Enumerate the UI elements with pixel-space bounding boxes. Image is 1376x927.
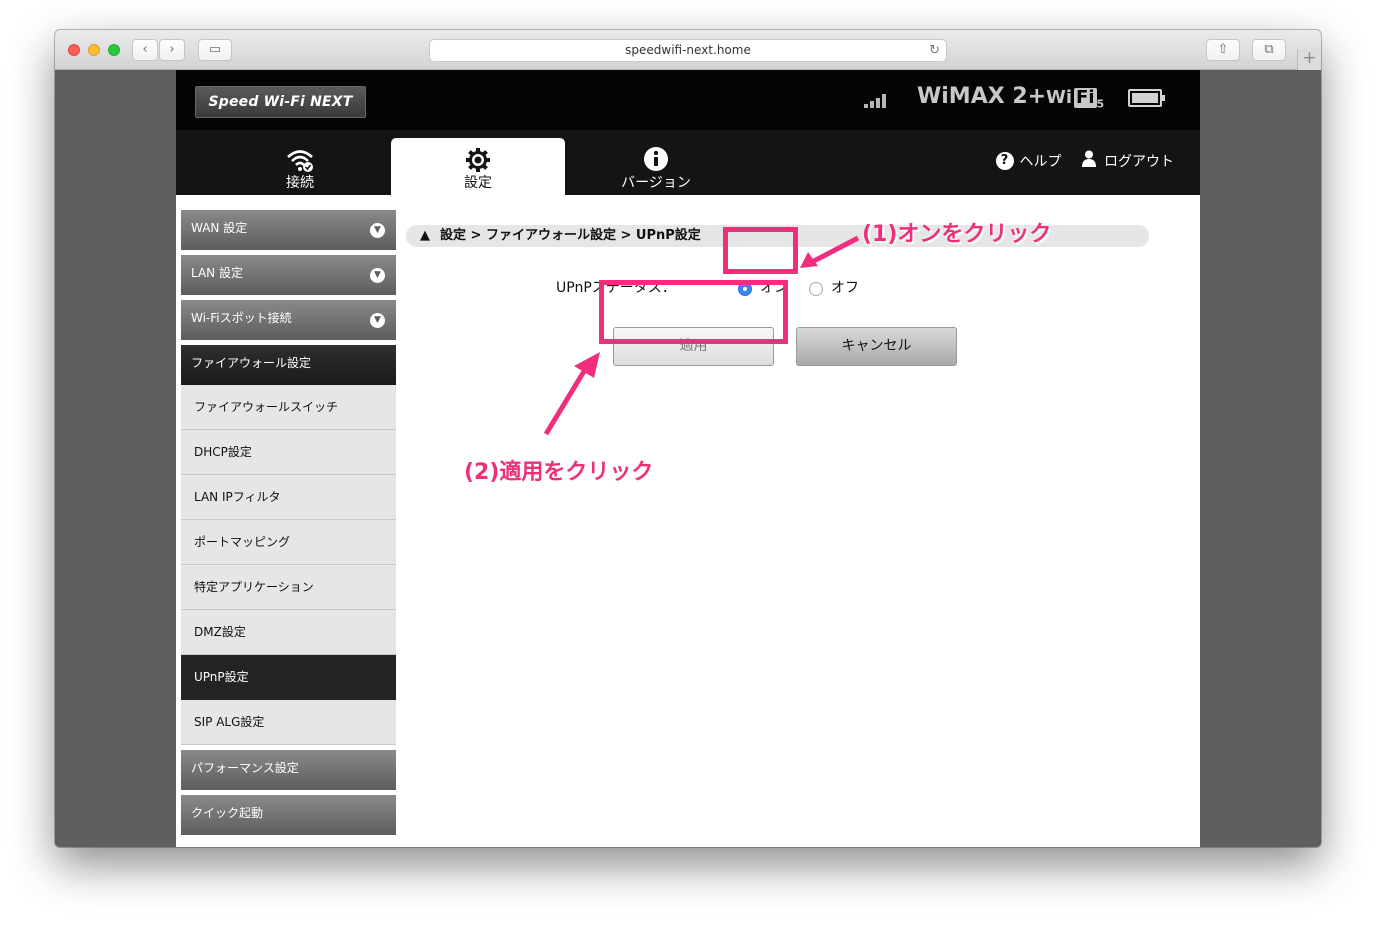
wifi-generation: 5 [1096, 97, 1105, 111]
chevron-down-icon: ▼ [370, 223, 385, 238]
header-links: ? ヘルプ ログアウト [995, 150, 1174, 172]
close-window-button[interactable] [68, 44, 80, 56]
tab-version[interactable]: バージョン [569, 138, 743, 195]
sidebar-item-label: ファイアウォール設定 [191, 356, 312, 370]
sidebar-item-label: WAN 設定 [191, 221, 248, 235]
sidebar-subitem-lan-ip-filter[interactable]: LAN IPフィルタ [181, 475, 396, 520]
tab-connection-label: 接続 [286, 175, 314, 191]
sidebar-item-wan[interactable]: WAN 設定 ▼ [181, 210, 396, 250]
new-tab-icon[interactable]: + [1297, 49, 1321, 70]
web-viewport: Speed Wi-Fi NEXT WiMAX 2+ Wi Fi 5 接続 設定 … [55, 70, 1321, 847]
sidebar-subitem-special-app[interactable]: 特定アプリケーション [181, 565, 396, 610]
zoom-window-button[interactable] [108, 44, 120, 56]
settings-sidebar: WAN 設定 ▼ LAN 設定 ▼ Wi-Fiスポット接続 ▼ ファイアウォール設定 … [181, 210, 396, 840]
upnp-off-radio[interactable] [809, 282, 823, 296]
user-icon[interactable] [1082, 150, 1096, 172]
cancel-button[interactable]: キャンセル [796, 327, 957, 366]
forward-icon[interactable]: › [159, 39, 185, 61]
sidebar-subitem-dhcp[interactable]: DHCP設定 [181, 430, 396, 475]
sidebar-item-lan[interactable]: LAN 設定 ▼ [181, 255, 396, 295]
tab-settings-label: 設定 [464, 175, 492, 191]
sidebar-subitem-sip-alg[interactable]: SIP ALG設定 [181, 700, 396, 745]
tab-connection[interactable]: 接続 [213, 138, 387, 195]
wifi-brand-text: Wi [1046, 87, 1073, 108]
highlight-apply-button [599, 280, 788, 344]
url-text: speedwifi-next.home [625, 43, 751, 57]
sidebar-item-firewall[interactable]: ファイアウォール設定 [181, 345, 396, 385]
info-icon [569, 146, 743, 174]
router-admin-page: Speed Wi-Fi NEXT WiMAX 2+ Wi Fi 5 接続 設定 … [176, 70, 1200, 847]
signal-bars-icon [864, 94, 890, 108]
sidebar-subitem-firewall-switch[interactable]: ファイアウォールスイッチ [181, 385, 396, 430]
share-icon[interactable]: ⇧ [1206, 39, 1240, 61]
wifi-logo: Wi Fi 5 [1046, 87, 1105, 111]
warning-triangle-icon: ▲ [420, 228, 430, 243]
sidebar-item-performance[interactable]: パフォーマンス設定 [181, 750, 396, 790]
sidebar-subitem-dmz[interactable]: DMZ設定 [181, 610, 396, 655]
reload-icon[interactable]: ↻ [929, 40, 940, 61]
wifi-fi-text: Fi [1074, 87, 1097, 108]
help-icon[interactable]: ? [995, 152, 1014, 170]
sidebar-item-label: パフォーマンス設定 [191, 761, 299, 775]
help-link[interactable]: ヘルプ [1020, 151, 1062, 171]
gear-icon [391, 146, 565, 174]
chevron-down-icon: ▼ [370, 313, 385, 328]
site-header: Speed Wi-Fi NEXT WiMAX 2+ Wi Fi 5 [176, 70, 1200, 130]
tab-version-label: バージョン [621, 175, 691, 191]
highlight-on-option [723, 227, 798, 274]
upnp-off-label[interactable]: オフ [831, 277, 859, 299]
wifi-icon [213, 146, 387, 174]
tab-settings[interactable]: 設定 [391, 138, 565, 195]
battery-icon [1128, 89, 1165, 107]
annotation-step-2: (2)適用をクリック [464, 460, 654, 485]
sidebar-item-quick-start[interactable]: クイック起動 [181, 795, 396, 835]
history-nav: ‹ › [132, 39, 185, 61]
minimize-window-button[interactable] [88, 44, 100, 56]
sidebar-item-label: クイック起動 [191, 806, 264, 820]
sidebar-item-wifi-spot[interactable]: Wi-Fiスポット接続 ▼ [181, 300, 396, 340]
arrow-to-apply-icon [543, 352, 600, 436]
annotation-step-1: (1)オンをクリック [862, 222, 1052, 247]
sidebar-item-label: Wi-Fiスポット接続 [191, 311, 292, 325]
breadcrumb-text: 設定 > ファイアウォール設定 > UPnP設定 [440, 228, 701, 243]
tab-overview-icon[interactable]: ⧉ [1252, 39, 1286, 61]
logout-link[interactable]: ログアウト [1104, 151, 1174, 171]
sidebar-subitem-upnp[interactable]: UPnP設定 [181, 655, 396, 700]
sidebar-toggle-icon[interactable]: ▭ [198, 39, 232, 61]
chevron-down-icon: ▼ [370, 268, 385, 283]
sidebar-subitem-port-mapping[interactable]: ポートマッピング [181, 520, 396, 565]
brand-logo: Speed Wi-Fi NEXT [195, 86, 366, 118]
address-bar[interactable]: speedwifi-next.home ↻ [429, 39, 947, 62]
arrow-to-on-icon [800, 235, 860, 268]
back-icon[interactable]: ‹ [132, 39, 158, 61]
browser-window: ‹ › ▭ speedwifi-next.home ↻ ⇧ ⧉ + Speed … [55, 30, 1321, 847]
sidebar-item-label: LAN 設定 [191, 266, 243, 280]
main-nav: 接続 設定 バージョン ? ヘルプ ログアウト [176, 130, 1200, 195]
browser-toolbar: ‹ › ▭ speedwifi-next.home ↻ ⇧ ⧉ + [55, 30, 1321, 70]
network-type: WiMAX 2+ [917, 84, 1047, 109]
